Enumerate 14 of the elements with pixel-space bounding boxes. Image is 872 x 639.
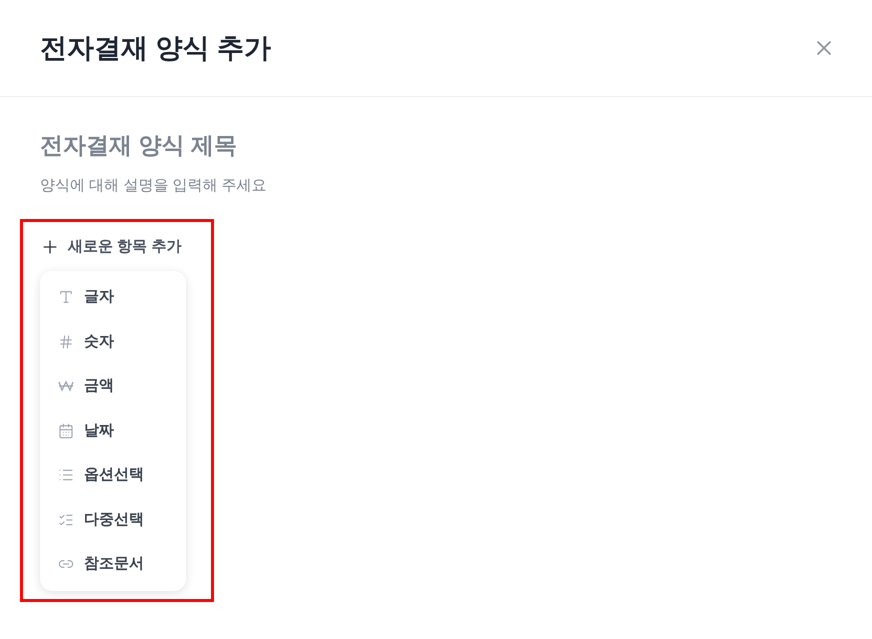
menu-item[interactable]: 참조문서 [40, 542, 186, 586]
title-field[interactable]: 전자결재 양식 제목 [40, 127, 640, 163]
text-icon [58, 289, 74, 306]
menu-item[interactable]: 날짜 [40, 408, 186, 453]
menu-item[interactable]: 금액 [40, 364, 186, 408]
description-field[interactable]: 양식에 대해 설명을 입력해 주세요 [40, 173, 640, 197]
hash-icon [58, 334, 74, 350]
add-item-button[interactable]: 새로운 항목 추가 [40, 232, 182, 262]
menu-item[interactable]: 다중선택 [40, 498, 186, 542]
menu-item[interactable]: 옵션선택 [40, 453, 186, 498]
dialog-title: 전자결재 양식 추가 [40, 32, 272, 65]
menu-item[interactable]: 글자 [40, 275, 186, 320]
calendar-icon [58, 422, 74, 439]
menu-item[interactable]: 숫자 [40, 320, 186, 364]
